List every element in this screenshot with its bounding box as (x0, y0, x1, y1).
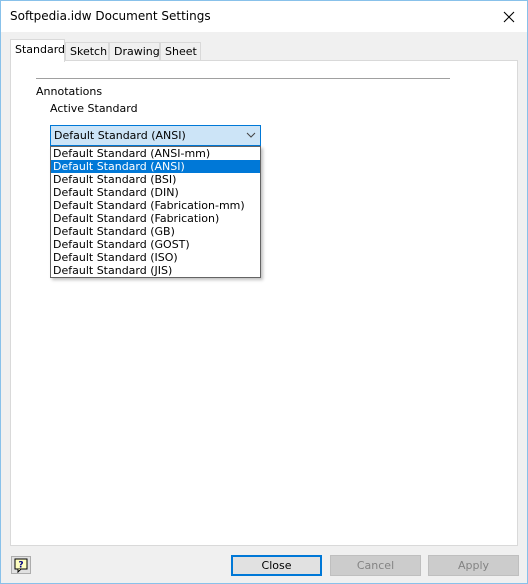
annotations-group-label: Annotations (36, 85, 103, 98)
dropdown-option[interactable]: Default Standard (JIS) (51, 264, 260, 277)
dropdown-option[interactable]: Default Standard (GOST) (51, 238, 260, 251)
help-button[interactable]: ? (11, 556, 31, 574)
close-button[interactable]: Close (231, 555, 322, 576)
tab-standard[interactable]: Standard (10, 39, 65, 62)
dropdown-option[interactable]: Default Standard (BSI) (51, 173, 260, 186)
tab-panel-standard: Annotations Active Standard Default Stan… (10, 60, 518, 546)
tab-drawing[interactable]: Drawing (109, 42, 160, 61)
apply-button[interactable]: Apply (428, 555, 519, 576)
tab-label: Standard (15, 43, 66, 56)
tab-sheet[interactable]: Sheet (160, 42, 201, 61)
dropdown-option-selected[interactable]: Default Standard (ANSI) (51, 160, 260, 173)
cancel-button[interactable]: Cancel (330, 555, 421, 576)
tab-sketch[interactable]: Sketch (65, 42, 109, 61)
svg-text:?: ? (18, 561, 23, 571)
dropdown-option[interactable]: Default Standard (Fabrication-mm) (51, 199, 260, 212)
dropdown-option[interactable]: Default Standard (DIN) (51, 186, 260, 199)
separator (36, 78, 450, 79)
active-standard-label: Active Standard (50, 102, 138, 115)
close-window-icon[interactable] (499, 7, 519, 27)
dropdown-option[interactable]: Default Standard (ISO) (51, 251, 260, 264)
dropdown-option[interactable]: Default Standard (ANSI-mm) (51, 147, 260, 160)
active-standard-dropdown-list: Default Standard (ANSI-mm) Default Stand… (50, 146, 261, 278)
tab-label: Drawing (114, 45, 160, 58)
tab-label: Sketch (70, 45, 108, 58)
dialog-window: Softpedia.idw Document Settings Standard… (0, 0, 528, 584)
combo-value: Default Standard (ANSI) (54, 129, 186, 142)
window-title: Softpedia.idw Document Settings (10, 9, 211, 23)
active-standard-combobox[interactable]: Default Standard (ANSI) (50, 125, 261, 146)
dropdown-option[interactable]: Default Standard (Fabrication) (51, 212, 260, 225)
title-bar[interactable]: Softpedia.idw Document Settings (1, 1, 527, 32)
tab-label: Sheet (165, 45, 197, 58)
chevron-down-icon[interactable] (246, 130, 256, 140)
dropdown-option[interactable]: Default Standard (GB) (51, 225, 260, 238)
